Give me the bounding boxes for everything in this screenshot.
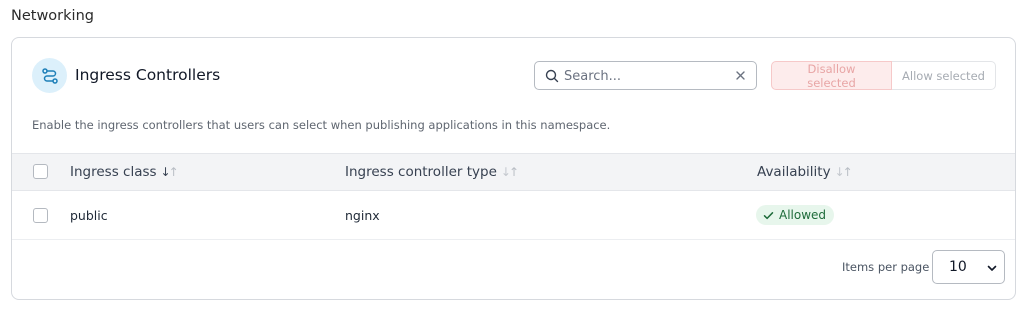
column-header-availability[interactable]: Availability ↓ ↑ bbox=[757, 164, 853, 180]
clear-search-icon[interactable] bbox=[734, 69, 747, 82]
cell-ingress-class: public bbox=[70, 208, 108, 223]
table-row: public nginx Allowed bbox=[12, 191, 1015, 240]
card-description: Enable the ingress controllers that user… bbox=[32, 118, 611, 132]
allow-selected-button[interactable]: Allow selected bbox=[892, 61, 996, 90]
bulk-action-group: Disallow selected Allow selected bbox=[771, 61, 996, 90]
card-title: Ingress Controllers bbox=[75, 66, 221, 84]
search-input[interactable] bbox=[564, 66, 729, 86]
cell-controller-type: nginx bbox=[345, 208, 380, 223]
status-badge: Allowed bbox=[756, 205, 835, 225]
status-badge-label: Allowed bbox=[779, 208, 827, 222]
column-header-controller-type[interactable]: Ingress controller type ↓ ↑ bbox=[345, 164, 519, 180]
sort-icon: ↓ ↑ bbox=[500, 165, 519, 179]
sort-descending-icon: ↓ ↑ bbox=[160, 165, 179, 179]
section-title: Networking bbox=[11, 8, 94, 24]
ingress-controllers-card: Ingress Controllers Disallow selected Al… bbox=[11, 37, 1016, 300]
disallow-selected-button[interactable]: Disallow selected bbox=[771, 61, 892, 90]
column-header-ingress-class[interactable]: Ingress class ↓ ↑ bbox=[70, 164, 179, 180]
card-header: Ingress Controllers Disallow selected Al… bbox=[12, 38, 1015, 114]
column-label: Availability bbox=[757, 164, 831, 180]
route-icon bbox=[32, 58, 67, 93]
chevron-down-icon bbox=[987, 265, 997, 271]
items-per-page-value: 10 bbox=[949, 259, 967, 275]
column-label: Ingress class bbox=[70, 164, 157, 180]
select-all-checkbox[interactable] bbox=[33, 164, 48, 179]
row-checkbox[interactable] bbox=[33, 208, 48, 223]
table-header: Ingress class ↓ ↑ Ingress controller type… bbox=[12, 153, 1015, 191]
items-per-page-select[interactable]: 10 bbox=[932, 250, 1005, 284]
column-label: Ingress controller type bbox=[345, 164, 497, 180]
sort-icon: ↓ ↑ bbox=[834, 165, 853, 179]
search-box[interactable] bbox=[534, 61, 757, 90]
search-icon bbox=[545, 69, 559, 83]
check-icon bbox=[763, 211, 774, 219]
items-per-page-label: Items per page bbox=[842, 260, 930, 274]
